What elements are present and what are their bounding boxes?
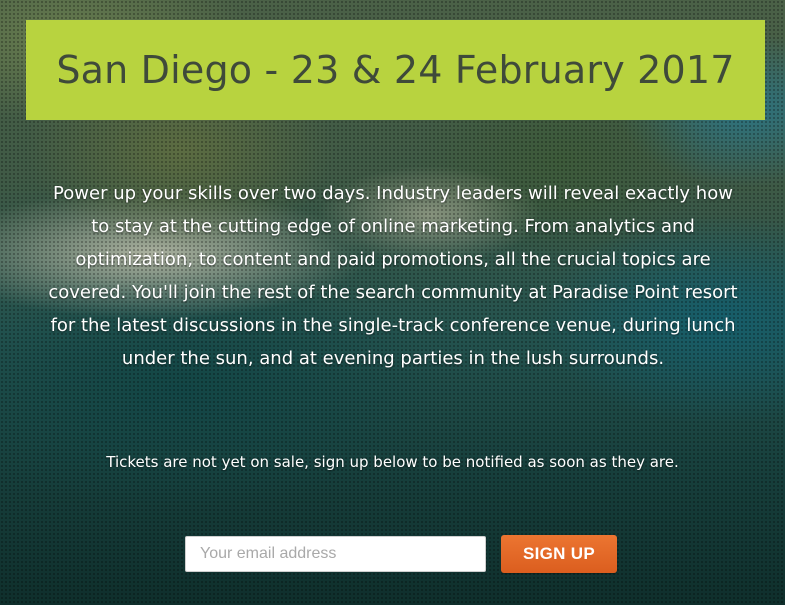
signup-form: SIGN UP (185, 535, 617, 573)
event-description: Power up your skills over two days. Indu… (48, 183, 738, 369)
ticket-notice: Tickets are not yet on sale, sign up bel… (106, 453, 679, 471)
title-banner: San Diego - 23 & 24 February 2017 (26, 20, 765, 120)
hero-background: San Diego - 23 & 24 February 2017 Power … (0, 0, 785, 605)
email-input[interactable] (185, 536, 486, 572)
sign-up-button[interactable]: SIGN UP (501, 535, 617, 573)
page-title: San Diego - 23 & 24 February 2017 (56, 48, 735, 92)
